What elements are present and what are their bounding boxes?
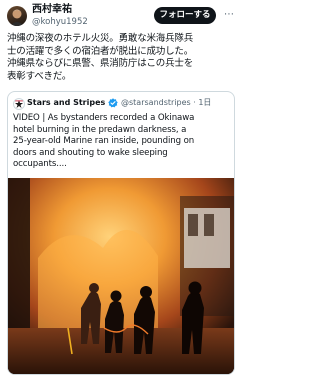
tweet-text-line: 沖縄の深夜のホテル火災。勇敢な米海兵隊兵 xyxy=(7,33,194,44)
tweet-text-line: 沖縄県ならびに県警、県消防庁はこの兵士を xyxy=(7,58,194,70)
quoted-text-line: hotel burning in the predawn darkness, a xyxy=(13,124,187,135)
author-handle[interactable]: @kohyu1952 xyxy=(32,17,88,27)
quoted-handle-time[interactable]: @starsandstripes · 1日 xyxy=(121,97,211,109)
tweet-text-line: 表彰すべきだ。 xyxy=(7,70,72,82)
tweet-text: 沖縄の深夜のホテル火災。勇敢な米海兵隊兵 士の活躍で多くの宿泊者が脱出に成功した… xyxy=(7,33,237,83)
quoted-text-line: occupants.... xyxy=(13,159,67,170)
verified-badge-icon xyxy=(108,98,118,108)
tweet-header: 西村幸祐 @kohyu1952 フォローする ⋯ xyxy=(0,0,240,30)
more-options-icon[interactable]: ⋯ xyxy=(222,8,236,22)
quoted-author-name[interactable]: Stars and Stripes xyxy=(27,97,105,109)
tweet-text-line: 士の活躍で多くの宿泊者が脱出に成功した。 xyxy=(7,45,194,57)
author-display-name[interactable]: 西村幸祐 xyxy=(32,4,72,16)
quoted-text-line: 25-year-old Marine ran inside, pounding … xyxy=(13,136,195,147)
author-avatar[interactable] xyxy=(7,6,27,26)
video-thumbnail[interactable] xyxy=(8,178,234,374)
quoted-tweet[interactable]: Stars and Stripes @starsandstripes · 1日 … xyxy=(7,91,235,375)
quoted-tweet-header: Stars and Stripes @starsandstripes · 1日 xyxy=(13,97,231,110)
quoted-text-line: VIDEO | As bystanders recorded a Okinawa xyxy=(13,113,195,123)
quoted-author-avatar[interactable] xyxy=(13,98,25,110)
follow-button[interactable]: フォローする xyxy=(154,7,216,24)
quoted-tweet-text: VIDEO | As bystanders recorded a Okinawa… xyxy=(13,113,229,171)
quoted-text-line: doors and shouting to wake sleeping xyxy=(13,147,168,158)
